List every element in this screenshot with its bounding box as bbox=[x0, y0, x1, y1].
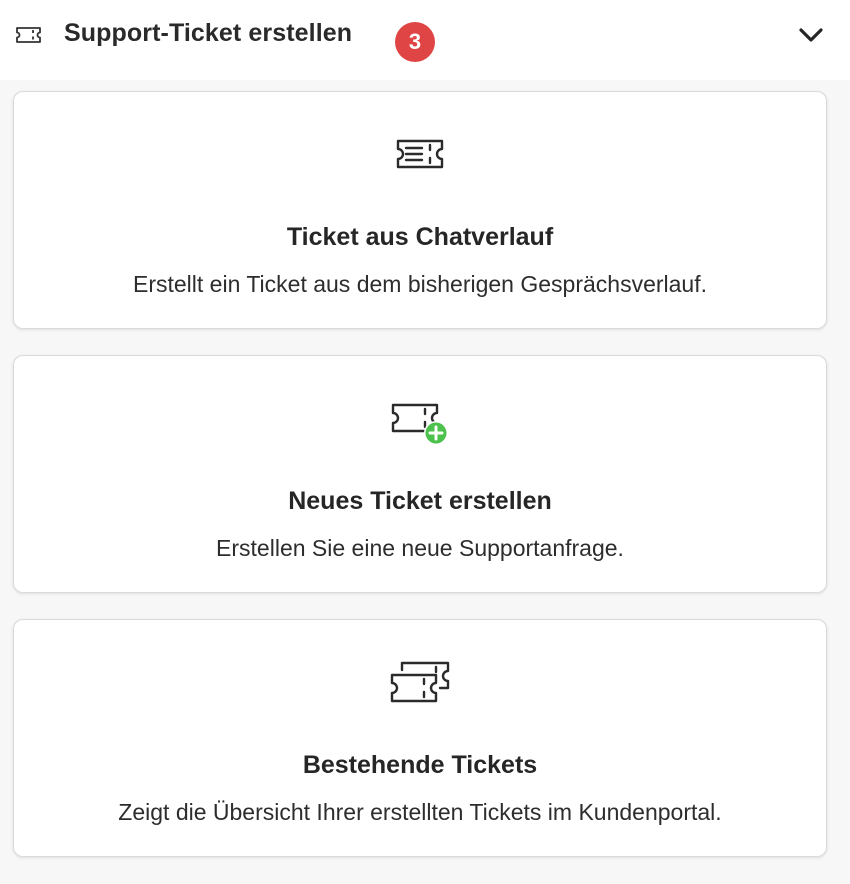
card-title: Ticket aus Chatverlauf bbox=[286, 223, 554, 251]
ticket-add-icon bbox=[390, 402, 450, 453]
tickets-stack-icon bbox=[389, 660, 451, 709]
panel-title: Support-Ticket erstellen bbox=[64, 19, 353, 47]
count-badge: 3 bbox=[395, 22, 435, 62]
card-title: Neues Ticket erstellen bbox=[288, 487, 552, 515]
card-description: Zeigt die Übersicht Ihrer erstellten Tic… bbox=[118, 799, 722, 825]
card-title: Bestehende Tickets bbox=[302, 751, 538, 779]
card-description: Erstellen Sie eine neue Supportanfrage. bbox=[216, 535, 624, 561]
ticket-icon bbox=[15, 25, 42, 45]
support-ticket-panel: Support-Ticket erstellen 3 Ticket aus Ch… bbox=[0, 0, 850, 884]
existing-tickets-card[interactable]: Bestehende Tickets Zeigt die Übersicht I… bbox=[13, 619, 827, 857]
ticket-from-chat-card[interactable]: Ticket aus Chatverlauf Erstellt ein Tick… bbox=[13, 91, 827, 329]
panel-header[interactable]: Support-Ticket erstellen 3 bbox=[0, 0, 850, 80]
ticket-lines-icon bbox=[395, 138, 445, 175]
card-description: Erstellt ein Ticket aus dem bisherigen G… bbox=[133, 271, 707, 297]
new-ticket-card[interactable]: Neues Ticket erstellen Erstellen Sie ein… bbox=[13, 355, 827, 593]
chevron-down-icon[interactable] bbox=[796, 22, 826, 48]
